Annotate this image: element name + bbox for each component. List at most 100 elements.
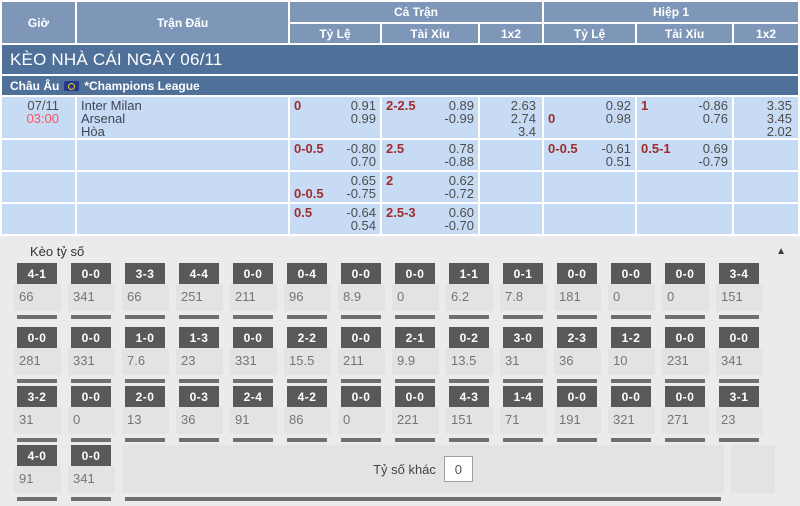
score-box[interactable]: 2-491 (230, 386, 277, 442)
score-box[interactable]: 2-336 (554, 327, 601, 383)
score-box[interactable]: 0-0341 (68, 263, 115, 319)
score-box[interactable]: 1-323 (176, 327, 223, 383)
score-odds: 331 (230, 348, 277, 375)
draw-label[interactable]: Hòa (77, 125, 288, 138)
score-label: 1-2 (611, 327, 651, 348)
score-box[interactable]: 1-471 (500, 386, 547, 442)
score-box[interactable]: 0-0341 (716, 327, 763, 383)
col-header-ft-over-under: Tài Xỉu (382, 24, 478, 43)
score-box[interactable]: 0-00 (338, 386, 385, 442)
first-half-handicap-cell: 0-0.5-0.610.51 (544, 140, 635, 170)
score-box[interactable]: 4-286 (284, 386, 331, 442)
full-time-1x2-cell: 2.632.743.4 (480, 97, 542, 138)
odds-value[interactable]: 0.54 (351, 219, 376, 232)
score-label: 0-0 (341, 386, 381, 407)
score-odds: 23 (716, 407, 763, 434)
score-odds: 31 (14, 407, 61, 434)
score-box[interactable]: 0-0321 (608, 386, 655, 442)
odds-value[interactable]: -0.72 (444, 187, 474, 200)
odds-value[interactable]: 0.51 (606, 155, 631, 168)
team-away[interactable]: Arsenal (77, 112, 288, 125)
score-box[interactable]: 0-00 (662, 263, 709, 319)
score-label: 0-0 (71, 445, 111, 466)
score-box[interactable]: 0-213.5 (446, 327, 493, 383)
score-box[interactable]: 0-496 (284, 263, 331, 319)
score-box[interactable]: 0-0211 (338, 327, 385, 383)
score-box[interactable]: 0-0341 (68, 445, 115, 501)
score-box[interactable]: 0-08.9 (338, 263, 385, 319)
score-box[interactable]: 3-123 (716, 386, 763, 442)
score-box[interactable]: 0-0211 (230, 263, 277, 319)
first-half-1x2-cell (734, 204, 798, 234)
odds-value[interactable]: -0.75 (346, 187, 376, 200)
odds-value[interactable]: 0.98 (606, 112, 631, 125)
collapse-arrow-icon[interactable]: ▲ (776, 246, 786, 257)
score-box[interactable]: 1-210 (608, 327, 655, 383)
odds-value[interactable]: 0.76 (703, 112, 728, 125)
score-box[interactable]: 0-17.8 (500, 263, 547, 319)
score-box[interactable]: 0-00 (392, 263, 439, 319)
first-half-over-under-cell (637, 172, 732, 202)
score-odds: 71 (500, 407, 547, 434)
score-box[interactable]: 3-366 (122, 263, 169, 319)
score-box[interactable]: 0-0331 (230, 327, 277, 383)
score-box[interactable]: 0-0281 (14, 327, 61, 383)
odds-value[interactable]: -0.79 (698, 155, 728, 168)
score-box[interactable]: 2-013 (122, 386, 169, 442)
first-half-over-under-cell: 1-0.860.76 (637, 97, 732, 138)
score-box[interactable]: 2-19.9 (392, 327, 439, 383)
match-teams-cell[interactable]: Inter Milan Arsenal Hòa (77, 97, 288, 138)
score-underline (287, 379, 327, 383)
odds-value[interactable]: -0.70 (444, 219, 474, 232)
odds-value[interactable]: -0.99 (444, 112, 474, 125)
odds-value[interactable]: 2.02 (767, 125, 792, 138)
score-odds: 0 (608, 284, 655, 311)
score-box[interactable]: 3-4151 (716, 263, 763, 319)
odds-value[interactable]: 3.4 (518, 125, 536, 138)
score-box[interactable]: 0-0231 (662, 327, 709, 383)
score-underline (179, 379, 219, 383)
handicap-label: 2.5 (386, 142, 404, 155)
score-box[interactable]: 4-4251 (176, 263, 223, 319)
score-odds: 271 (662, 407, 709, 434)
score-box[interactable]: 0-0331 (68, 327, 115, 383)
odds-value[interactable]: 0.99 (351, 112, 376, 125)
score-box[interactable]: 4-166 (14, 263, 61, 319)
score-box[interactable]: 0-00 (68, 386, 115, 442)
handicap-label: 0 (294, 99, 301, 112)
score-underline (17, 315, 57, 319)
score-odds: 66 (122, 284, 169, 311)
odds-value[interactable]: 0.70 (351, 155, 376, 168)
score-box[interactable]: 0-0181 (554, 263, 601, 319)
score-underline (233, 438, 273, 442)
odds-line: -0.72 (382, 187, 478, 200)
score-box[interactable]: 2-215.5 (284, 327, 331, 383)
score-odds: 331 (68, 348, 115, 375)
score-box[interactable]: 4-3151 (446, 386, 493, 442)
score-underline (557, 379, 597, 383)
score-label: 3-1 (719, 386, 759, 407)
handicap-label: 2.5-3 (386, 206, 416, 219)
odds-value[interactable]: -0.88 (444, 155, 474, 168)
score-box[interactable]: 0-0221 (392, 386, 439, 442)
score-rows: 4-1660-03413-3664-42510-02110-4960-08.90… (0, 263, 800, 504)
score-box[interactable]: 0-0191 (554, 386, 601, 442)
score-box[interactable]: 4-091 (14, 445, 61, 501)
score-box[interactable]: 3-031 (500, 327, 547, 383)
full-time-1x2-cell (480, 140, 542, 170)
league-bar[interactable]: Châu Âu*Champions League (2, 76, 798, 95)
score-box[interactable]: 0-00 (608, 263, 655, 319)
score-label: 0-0 (611, 386, 651, 407)
score-box[interactable]: 0-0271 (662, 386, 709, 442)
score-box[interactable]: 1-16.2 (446, 263, 493, 319)
handicap-label: 2-2.5 (386, 99, 416, 112)
eu-flag-icon (64, 81, 79, 91)
score-odds: 151 (446, 407, 493, 434)
other-score-input[interactable]: 0 (444, 456, 473, 482)
score-underline (395, 438, 435, 442)
odds-table: Giờ Trận Đấu Cả Trận Hiệp 1 Tỷ Lệ Tài Xỉ… (0, 0, 800, 236)
score-box[interactable]: 3-231 (14, 386, 61, 442)
score-box[interactable]: 0-336 (176, 386, 223, 442)
score-underline (395, 379, 435, 383)
score-box[interactable]: 1-07.6 (122, 327, 169, 383)
